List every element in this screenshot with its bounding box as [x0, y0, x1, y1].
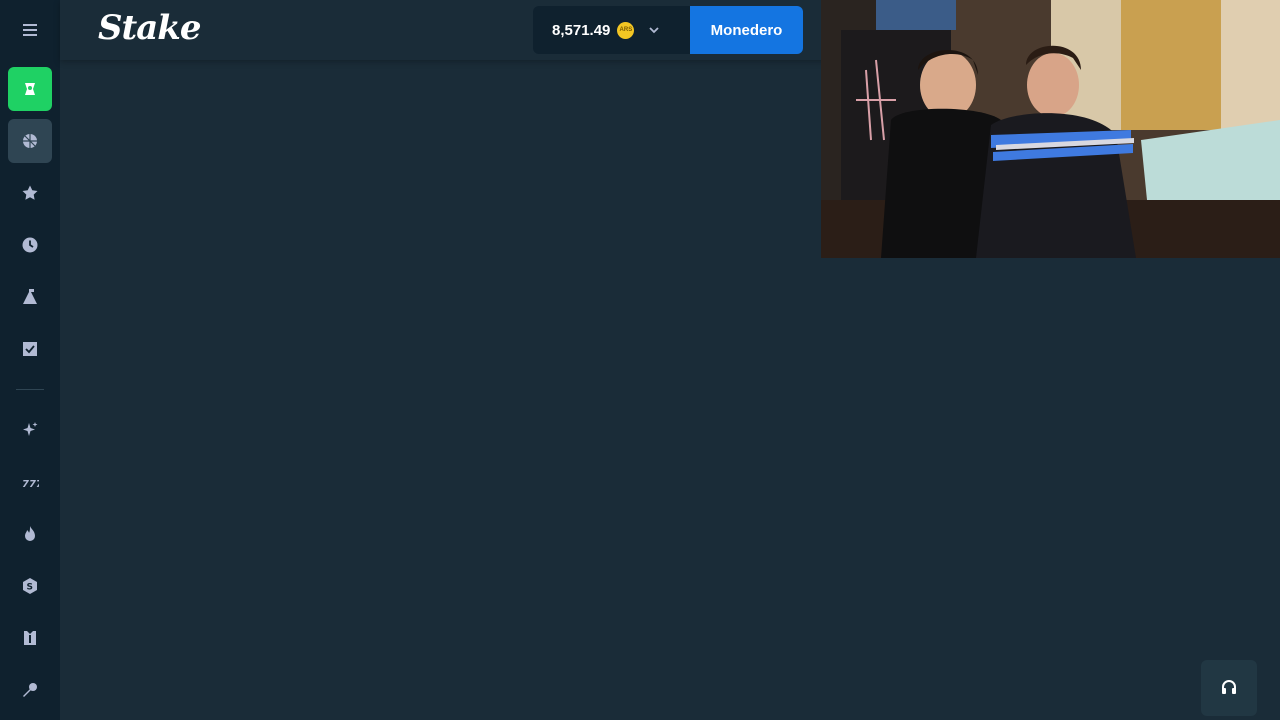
favorites-star-icon	[22, 185, 38, 200]
balance-selector[interactable]: 8,571.49 ARS	[533, 6, 690, 54]
new-releases-sparkle-icon	[23, 422, 38, 436]
webcam-overlay	[821, 0, 1280, 258]
webcam-video-image	[821, 0, 1280, 258]
wallet-button[interactable]: Monedero	[690, 6, 803, 54]
live-casino-icon	[24, 631, 36, 645]
sidebar: 777 S	[0, 0, 60, 720]
my-bets-button[interactable]	[8, 327, 52, 371]
balance-amount: 8,571.49	[552, 21, 611, 39]
recent-button[interactable]	[8, 223, 52, 267]
headset-icon	[1222, 680, 1236, 694]
favorites-button[interactable]	[8, 171, 52, 215]
recent-clock-icon	[22, 237, 38, 253]
hot-games-button[interactable]	[8, 512, 52, 556]
live-casino-button[interactable]	[8, 616, 52, 660]
slots-button[interactable]: 777	[8, 460, 52, 504]
sidebar-divider	[16, 389, 44, 390]
my-bets-icon	[23, 342, 37, 356]
game-shows-mic-icon	[23, 683, 37, 697]
hot-flame-icon	[25, 526, 35, 541]
svg-text:S: S	[27, 583, 33, 593]
casino-icon	[25, 83, 35, 95]
slots-777-icon: 777	[22, 479, 39, 490]
ars-currency-icon: ARS	[617, 21, 635, 39]
challenges-button[interactable]	[8, 275, 52, 319]
svg-text:777: 777	[22, 479, 39, 490]
menu-toggle-button[interactable]	[8, 8, 52, 52]
game-shows-button[interactable]	[8, 668, 52, 712]
stake-originals-button[interactable]: S	[8, 564, 52, 608]
casino-button[interactable]	[8, 67, 52, 111]
sports-icon	[23, 134, 37, 148]
new-releases-button[interactable]	[8, 408, 52, 452]
stake-originals-icon: S	[23, 578, 37, 594]
currency-badge: ARS	[619, 27, 633, 33]
support-chat-button[interactable]	[1201, 660, 1257, 716]
stake-logo[interactable]: Stake	[98, 8, 201, 48]
challenges-mountain-icon	[23, 289, 37, 304]
menu-icon	[23, 24, 37, 36]
chevron-down-icon	[649, 27, 660, 34]
sports-button[interactable]	[8, 119, 52, 163]
